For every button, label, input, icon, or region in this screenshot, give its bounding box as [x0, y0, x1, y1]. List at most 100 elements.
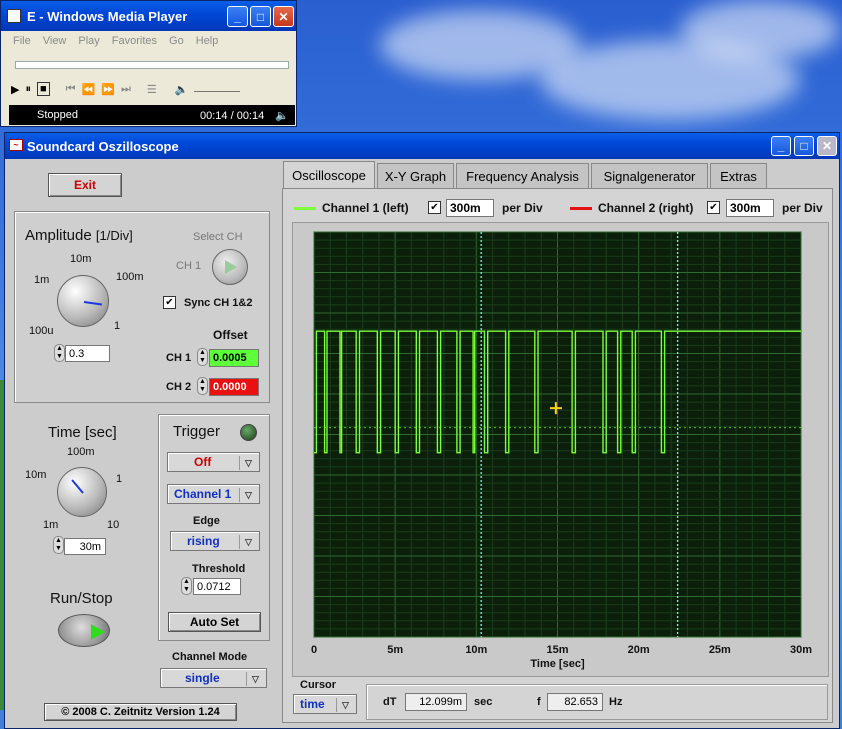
previous-icon[interactable]: ⏮ [66, 83, 76, 96]
trigger-led [240, 424, 257, 441]
time-scale-100m: 100m [67, 446, 95, 458]
close-button[interactable]: ✕ [817, 136, 837, 156]
dt-unit: sec [474, 696, 493, 708]
volume-slider[interactable] [194, 86, 241, 92]
tab-oscilloscope[interactable]: Oscilloscope [283, 161, 375, 189]
time-scale-1m: 1m [43, 519, 59, 531]
time-knob[interactable] [57, 467, 107, 517]
threshold-input[interactable]: 0.0712 [193, 578, 241, 595]
f-label: f [537, 696, 541, 708]
volume-icon[interactable]: 🔈 [175, 83, 189, 96]
f-value: 82.653 [547, 693, 603, 711]
stop-icon[interactable]: ■ [36, 82, 50, 96]
time-input[interactable]: 30m [64, 538, 106, 555]
amplitude-spinner[interactable]: ▲ ▼ [54, 344, 65, 362]
rewind-icon[interactable]: ⏪ [82, 83, 96, 96]
speaker-icon: 🔈 [275, 109, 289, 122]
next-icon[interactable]: ⏭ [121, 83, 131, 96]
oscilloscope-title: Soundcard Oszilloscope [27, 138, 179, 154]
oscilloscope-titlebar[interactable]: ~ Soundcard Oszilloscope [5, 133, 839, 159]
cursor-mode-select[interactable]: time ▽ [293, 694, 357, 714]
x-tick-label: 0 [311, 644, 317, 656]
offset-ch1-input[interactable]: 0.0005 [209, 349, 259, 367]
dt-label: dT [383, 696, 397, 708]
ch1-enable-checkbox[interactable]: ✔ [428, 201, 441, 214]
amplitude-knob[interactable] [57, 275, 109, 327]
ch2-legend-label: Channel 2 (right) [598, 201, 694, 215]
channel-mode-select[interactable]: single ▽ [160, 668, 267, 688]
menu-go[interactable]: Go [169, 35, 184, 47]
x-tick-label: 30m [790, 644, 812, 656]
menu-view[interactable]: View [43, 35, 67, 47]
scope-plot[interactable]: 0 5m 10m 15m 20m 25m 30m Time [sec] [292, 222, 829, 677]
tab-signalgenerator[interactable]: Signalgenerator [591, 163, 708, 189]
menu-file[interactable]: File [13, 35, 31, 47]
maximize-button[interactable]: □ [250, 6, 271, 27]
sync-label: Sync CH 1&2 [184, 297, 253, 309]
channel-mode-label: Channel Mode [172, 651, 248, 663]
time-scale-1: 1 [116, 473, 123, 485]
offset-ch2-label: CH 2 [166, 381, 192, 393]
trigger-panel [158, 414, 270, 641]
x-tick-label: 5m [387, 644, 403, 656]
auto-set-button[interactable]: Auto Set [168, 612, 261, 632]
ch2-legend-swatch [570, 207, 592, 210]
pause-icon[interactable]: ⏸ [25, 83, 31, 96]
offset-ch2-spinner[interactable]: ▲ ▼ [197, 377, 208, 395]
time-readout: 00:14 / 00:14 [200, 109, 265, 122]
offset-title: Offset [213, 328, 248, 342]
time-spinner[interactable]: ▲ ▼ [53, 536, 64, 554]
trigger-mode-select[interactable]: Off ▽ [167, 452, 260, 472]
exit-button[interactable]: Exit [48, 173, 122, 197]
playlist-icon[interactable]: ☰ [147, 83, 157, 96]
minimize-button[interactable]: _ [227, 6, 248, 27]
oscilloscope-app-icon: ~ [9, 139, 23, 151]
cursor-label: Cursor [300, 679, 337, 691]
menu-play[interactable]: Play [78, 35, 99, 47]
edge-label: Edge [193, 515, 220, 527]
x-axis-label: Time [sec] [530, 658, 585, 670]
menu-favorites[interactable]: Favorites [112, 35, 157, 47]
sync-checkbox[interactable]: ✔ [163, 296, 176, 309]
offset-ch2-input[interactable]: 0.0000 [209, 378, 259, 396]
ch1-div-input[interactable]: 300m [446, 199, 494, 217]
amp-scale-1: 1 [114, 320, 121, 332]
media-player-title: E - Windows Media Player [27, 8, 188, 24]
offset-ch1-spinner[interactable]: ▲ ▼ [197, 348, 208, 366]
amplitude-knob-pointer [83, 301, 102, 306]
trigger-channel-select[interactable]: Channel 1 ▽ [167, 484, 260, 504]
maximize-button[interactable]: □ [794, 136, 814, 156]
amplitude-title: Amplitude [1/Div] [25, 227, 133, 244]
select-ch-title: Select CH [193, 231, 243, 243]
ch2-div-input[interactable]: 300m [726, 199, 774, 217]
tab-extras[interactable]: Extras [710, 163, 767, 189]
time-scale-10m: 10m [25, 469, 47, 481]
play-icon[interactable]: ▶ [11, 83, 19, 96]
ch1-legend-swatch [294, 207, 316, 210]
ch2-per-div-label: per Div [782, 201, 823, 215]
fast-forward-icon[interactable]: ⏩ [101, 83, 115, 96]
seek-bar[interactable] [15, 61, 289, 69]
amplitude-input[interactable]: 0.3 [65, 345, 110, 362]
offset-ch1-label: CH 1 [166, 352, 192, 364]
select-ch-indicator [225, 260, 237, 274]
trigger-edge-select[interactable]: rising ▽ [170, 531, 260, 551]
tab-frequency-analysis[interactable]: Frequency Analysis [456, 163, 589, 189]
menu-help[interactable]: Help [196, 35, 219, 47]
threshold-spinner[interactable]: ▲ ▼ [181, 577, 192, 595]
f-unit: Hz [609, 696, 623, 708]
minimize-button[interactable]: _ [771, 136, 791, 156]
time-knob-pointer [71, 479, 84, 494]
run-stop-button[interactable] [58, 614, 110, 647]
playback-controls: ▶ ⏸ ■ ⏮ ⏪ ⏩ ⏭ ☰ 🔈 [11, 79, 291, 99]
tab-xy-graph[interactable]: X-Y Graph [377, 163, 454, 189]
amp-scale-100m: 100m [116, 271, 144, 283]
ch2-enable-checkbox[interactable]: ✔ [707, 201, 720, 214]
select-ch-switch[interactable] [212, 249, 248, 285]
amp-scale-100u: 100u [29, 325, 54, 337]
trigger-title: Trigger [173, 423, 220, 440]
status-bar: Stopped 00:14 / 00:14 🔈 [9, 105, 295, 125]
time-scale-10: 10 [107, 519, 120, 531]
x-tick-label: 20m [628, 644, 650, 656]
close-button[interactable]: ✕ [273, 6, 294, 27]
